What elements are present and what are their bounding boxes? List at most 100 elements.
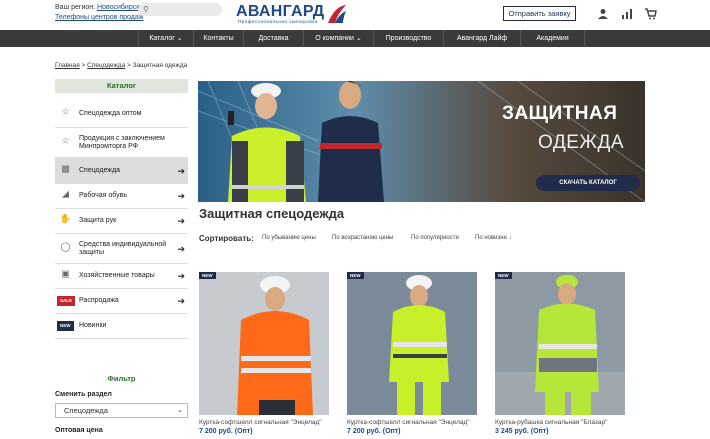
- sidebar-item-label: Защита рук: [79, 217, 117, 224]
- breadcrumb-category[interactable]: Спецодежда: [87, 62, 125, 69]
- sidebar-item-label: Спецодежда оптом: [79, 109, 142, 117]
- product-card[interactable]: NEW Куртка-софтшелл сигнальная "Энцелад"…: [199, 272, 329, 435]
- search-icon: ⚲: [143, 5, 149, 14]
- chevron-down-icon: ⌄: [177, 407, 183, 414]
- sidebar-item-label: Рабочая обувь: [79, 192, 127, 199]
- arrow-right-icon: ➔: [177, 191, 185, 201]
- top-bar: Ваш регион: Новосибирск Телефоны центров…: [0, 0, 710, 30]
- send-request-button[interactable]: Отправить заявку: [503, 6, 576, 21]
- section-select-value: Спецодежда: [64, 406, 108, 415]
- star-icon: ☆: [61, 135, 70, 145]
- main-nav: Каталог ⌄ Контакты Доставка О компании ⌄…: [0, 30, 710, 47]
- product-name[interactable]: Куртка-рубашка сигнальная "Блазар": [495, 419, 625, 426]
- filter-section-label: Сменить раздел: [55, 391, 112, 398]
- sidebar-item-new[interactable]: NEW Новинки: [55, 314, 188, 339]
- product-jacket-image: [347, 272, 477, 415]
- sidebar-item-label: Средства индивидуальной защиты: [79, 240, 167, 256]
- region-link[interactable]: Новосибирск: [97, 4, 139, 11]
- nav-item-delivery[interactable]: Доставка: [244, 30, 304, 47]
- arrow-right-icon: ➔: [177, 216, 185, 226]
- logo-subtitle: Профессиональная экипировка: [238, 19, 318, 24]
- sidebar-title: Каталог: [55, 79, 188, 93]
- product-price: 7 200 руб. (Опт): [199, 428, 253, 435]
- product-name[interactable]: Куртка-софтшелл сигнальная "Энцелад": [347, 419, 477, 426]
- logo-sail-icon: [328, 5, 346, 23]
- new-badge: NEW: [57, 321, 74, 331]
- breadcrumb-home[interactable]: Главная: [55, 62, 80, 69]
- breadcrumb: Главная > Спецодежда > Защитная одежда: [55, 62, 187, 69]
- sidebar-item-label: Хозяйственные товары: [79, 272, 155, 279]
- product-image[interactable]: NEW: [347, 272, 477, 415]
- promo-banner[interactable]: ЗАЩИТНАЯ ОДЕЖДА СКАЧАТЬ КАТАЛОГ: [198, 81, 645, 202]
- search-input[interactable]: ⚲: [138, 3, 222, 16]
- nav-label: Каталог: [149, 35, 175, 42]
- nav-item-avangard-life[interactable]: Авангард Лайф: [444, 30, 521, 47]
- sidebar-item-label: Спецодежда: [79, 166, 120, 174]
- nav-label: Доставка: [258, 35, 289, 42]
- product-card[interactable]: NEW Куртка-софтшелл сигнальная "Энцелад"…: [347, 272, 477, 435]
- nav-item-contacts[interactable]: Контакты: [194, 30, 244, 47]
- nav-label: О компании: [315, 35, 354, 42]
- stats-icon[interactable]: [621, 8, 633, 20]
- boot-icon: ◢: [62, 188, 69, 199]
- section-select[interactable]: Спецодежда ⌄: [55, 403, 188, 418]
- cart-icon[interactable]: [645, 8, 657, 20]
- glove-icon: ✋: [59, 213, 72, 224]
- page-title: Защитная спецодежда: [199, 206, 345, 221]
- product-price: 7 200 руб. (Опт): [347, 428, 401, 435]
- sort-popularity[interactable]: По популярности: [411, 235, 459, 241]
- sidebar-item-gloves[interactable]: ✋ Защита рук ➔: [55, 209, 188, 234]
- logo[interactable]: АВАНГАРД Профессиональная экипировка: [236, 3, 348, 25]
- product-price: 3 245 руб. (Опт): [495, 428, 549, 435]
- sidebar-item-label: Распродажа: [79, 297, 119, 304]
- nav-item-about[interactable]: О компании ⌄: [304, 30, 374, 47]
- region-block: Ваш регион: Новосибирск Телефоны центров…: [55, 3, 143, 23]
- sidebar-item-household[interactable]: ▣ Хозяйственные товары ➔: [55, 264, 188, 289]
- nav-item-catalog[interactable]: Каталог ⌄: [138, 30, 194, 47]
- sidebar-item-sale[interactable]: SALE Распродажа ➔: [55, 289, 188, 314]
- bucket-icon: ▣: [61, 268, 70, 279]
- nav-label: Авангард Лайф: [456, 35, 508, 42]
- product-jacket-image: [199, 272, 329, 415]
- nav-label: Контакты: [203, 35, 234, 42]
- sidebar-item-minpromtorg[interactable]: ☆ Продукция с заключением Минпромторга Р…: [55, 128, 188, 158]
- sidebar-menu: ☆ Спецодежда оптом ☆ Продукция с заключе…: [55, 100, 188, 339]
- banner-title-line2: ОДЕЖДА: [538, 132, 624, 153]
- sidebar-item-label: Продукция с заключением Минпромторга РФ: [79, 134, 165, 150]
- sidebar-item-label: Новинки: [79, 322, 107, 329]
- banner-title-line1: ЗАЩИТНАЯ: [502, 103, 618, 124]
- sort-newest[interactable]: По новизне ↓: [475, 235, 512, 241]
- nav-item-production[interactable]: Производство: [374, 30, 444, 47]
- star-icon: ☆: [61, 106, 70, 116]
- phones-link[interactable]: Телефоны центров продаж: [55, 14, 143, 21]
- new-badge: NEW: [199, 272, 216, 279]
- chevron-down-icon: ⌄: [355, 35, 362, 42]
- breadcrumb-sep: >: [125, 62, 133, 69]
- product-image[interactable]: NEW: [199, 272, 329, 415]
- sort-price-desc[interactable]: По убыванию цены: [262, 235, 316, 241]
- product-image[interactable]: NEW: [495, 272, 625, 415]
- vest-icon: ▩: [61, 163, 70, 173]
- user-icon[interactable]: [597, 8, 609, 20]
- respirator-icon: ◯: [60, 241, 71, 251]
- filter-price-label: Оптовая цена: [55, 427, 103, 434]
- sidebar-item-shoes[interactable]: ◢ Рабочая обувь ➔: [55, 184, 188, 209]
- filter-title: Фильтр: [107, 374, 136, 383]
- sidebar-item-wholesale[interactable]: ☆ Спецодежда оптом: [55, 100, 188, 128]
- new-badge: NEW: [347, 272, 364, 279]
- breadcrumb-current: Защитная одежда: [132, 62, 188, 69]
- sort-price-asc[interactable]: По возрастанию цены: [332, 235, 393, 241]
- product-card[interactable]: NEW Куртка-рубашка сигнальная "Блазар" 3…: [495, 272, 625, 435]
- nav-item-academy[interactable]: Академия: [521, 30, 585, 47]
- sidebar-item-ppe[interactable]: ◯ Средства индивидуальной защиты ➔: [55, 234, 188, 264]
- sort-label: Сортировать:: [199, 234, 254, 243]
- product-name[interactable]: Куртка-софтшелл сигнальная "Энцелад": [199, 419, 329, 426]
- arrow-right-icon: ➔: [177, 165, 185, 176]
- region-label: Ваш регион:: [55, 4, 96, 11]
- arrow-right-icon: ➔: [177, 243, 185, 254]
- new-badge: NEW: [495, 272, 512, 279]
- chevron-down-icon: ⌄: [176, 35, 183, 42]
- download-catalog-button[interactable]: СКАЧАТЬ КАТАЛОГ: [536, 175, 640, 191]
- arrow-right-icon: ➔: [177, 271, 185, 281]
- sidebar-item-workwear[interactable]: ▩ Спецодежда ➔: [55, 158, 188, 184]
